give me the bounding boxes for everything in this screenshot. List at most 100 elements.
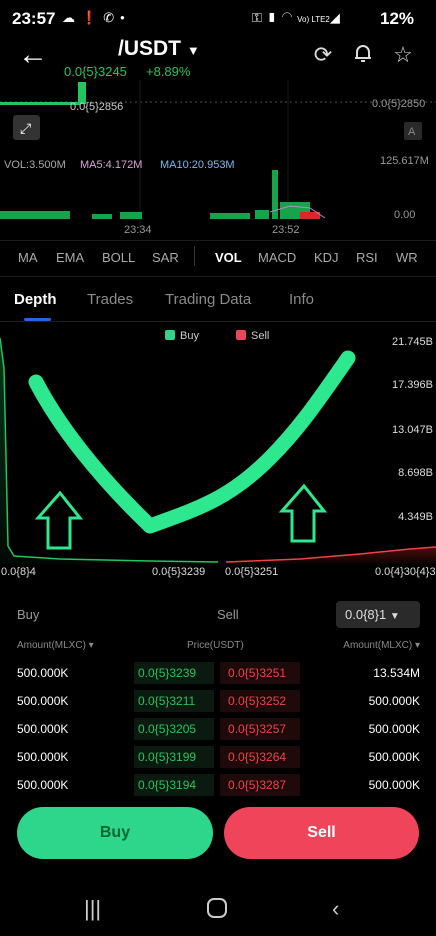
main-tabs: Depth Trades Trading Data Info	[0, 289, 436, 319]
pair-name: /USDT	[118, 37, 181, 60]
sell-heading: Sell	[217, 607, 239, 622]
x-axis-label: 0.0{5}3239	[152, 566, 206, 578]
x-axis-label: 0.0{4}30{4}30	[375, 566, 436, 578]
table-row[interactable]: 500.000K 0.0{5}3194 0.0{5}3287 500.000K	[0, 774, 436, 806]
y-axis-label: 21.745B	[392, 336, 433, 348]
network-label: Vo) LTE2	[297, 15, 330, 24]
precision-value: 0.0{8}1	[345, 607, 387, 622]
col-amount-right[interactable]: Amount(MLXC) ▾	[343, 640, 420, 651]
battery-level: 12%	[380, 9, 415, 28]
sell-amount: 500.000K	[368, 722, 420, 736]
svg-text:⤢: ⤢	[20, 121, 31, 137]
y-axis-label: 13.047B	[392, 424, 433, 436]
table-row[interactable]: 500.000K 0.0{5}3199 0.0{5}3264 500.000K	[0, 746, 436, 778]
depth-chart[interactable]	[0, 328, 436, 583]
ask-price: 0.0{5}3257	[228, 722, 287, 736]
bid-price: 0.0{5}3239	[138, 666, 197, 680]
table-row[interactable]: 500.000K 0.0{5}3239 0.0{5}3251 13.534M	[0, 662, 436, 694]
buy-depth-line	[0, 337, 219, 563]
legend-sell: Sell	[236, 330, 269, 342]
sell-amount: 500.000K	[368, 694, 420, 708]
buy-amount: 500.000K	[17, 750, 69, 764]
y-axis-label: 4.349B	[398, 511, 433, 523]
vol-label: VOL:3.500M	[4, 159, 66, 171]
buy-depth-area	[0, 338, 218, 564]
tab-wr[interactable]: WR	[396, 250, 418, 265]
system-icons: ⚿▮◠Vo) LTE2◢	[252, 10, 345, 26]
up-arrow-annotation-icon	[278, 483, 328, 543]
price-high-label: 0.0{5}2850	[372, 98, 425, 110]
buy-amount: 500.000K	[17, 666, 69, 680]
alert-icon: ❗	[81, 10, 104, 25]
bell-icon[interactable]	[350, 42, 376, 68]
tab-macd[interactable]: MACD	[258, 250, 296, 265]
star-icon[interactable]: ☆	[390, 42, 416, 68]
time-label: 23:34	[124, 224, 152, 236]
recents-icon[interactable]: |||	[84, 896, 101, 922]
legend-sell-label: Sell	[251, 330, 270, 342]
y-axis-label: 8.698B	[398, 467, 433, 479]
ask-price: 0.0{5}3287	[228, 778, 287, 792]
tab-kdj[interactable]: KDJ	[314, 250, 339, 265]
x-axis-label: 0.0{8}4	[1, 566, 36, 578]
bid-price: 0.0{5}3205	[138, 722, 197, 736]
price-change: +8.89%	[146, 64, 191, 79]
sell-amount: 500.000K	[368, 750, 420, 764]
ma10-label: MA10:20.953M	[160, 159, 235, 171]
price-low-marker: 0.0{5}2856	[70, 101, 123, 113]
ask-price: 0.0{5}3252	[228, 694, 287, 708]
buy-amount: 500.000K	[17, 778, 69, 792]
sell-amount: 13.534M	[373, 666, 420, 680]
pair-selector[interactable]: /USDT ▼	[118, 37, 200, 61]
buy-button[interactable]: Buy	[17, 807, 213, 859]
dot-icon: •	[120, 10, 131, 25]
tab-trades[interactable]: Trades	[87, 291, 133, 308]
call-icon: ✆	[103, 10, 121, 25]
indicator-tabs: MA EMA BOLL SAR VOL MACD KDJ RSI WR	[0, 246, 436, 268]
x-axis-label: 0.0{5}3251	[225, 566, 279, 578]
bid-price: 0.0{5}3194	[138, 778, 197, 792]
bid-price: 0.0{5}3199	[138, 750, 197, 764]
caret-down-icon: ▼	[186, 43, 200, 58]
tab-separator	[194, 246, 195, 266]
volume-bars	[0, 170, 310, 219]
col-amount-left[interactable]: Amount(MLXC) ▾	[17, 640, 94, 651]
tab-vol[interactable]: VOL	[215, 250, 242, 265]
status-bar: 23:57 ☁❗✆• ⚿▮◠Vo) LTE2◢ 12%	[0, 0, 436, 34]
up-arrow-annotation-icon	[34, 490, 84, 550]
back-arrow-icon[interactable]: ←	[18, 40, 48, 70]
notification-icons: ☁❗✆•	[62, 10, 131, 26]
buy-amount: 500.000K	[17, 722, 69, 736]
legend-sell-swatch	[236, 330, 246, 340]
bid-price: 0.0{5}3211	[138, 694, 196, 708]
precision-select[interactable]: 0.0{8}1 ▼	[336, 601, 420, 628]
table-row[interactable]: 500.000K 0.0{5}3205 0.0{5}3257 500.000K	[0, 718, 436, 750]
badge: A	[408, 126, 416, 138]
sell-amount: 500.000K	[368, 778, 420, 792]
kline-chart[interactable]: 0.0{5}2856 0.0{5}2850 ⤢ A VOL:3.500M MA5…	[0, 80, 436, 240]
cloud-icon: ☁	[62, 10, 81, 25]
kline-candle	[0, 102, 80, 105]
tab-depth[interactable]: Depth	[14, 291, 57, 308]
back-icon[interactable]: ‹	[332, 896, 339, 922]
tab-sar[interactable]: SAR	[152, 250, 179, 265]
key-icon: ⚿	[252, 10, 267, 25]
table-row[interactable]: 500.000K 0.0{5}3211 0.0{5}3252 500.000K	[0, 690, 436, 722]
sell-button[interactable]: Sell	[224, 807, 419, 859]
tab-trading-data[interactable]: Trading Data	[165, 291, 251, 308]
buy-heading: Buy	[17, 607, 40, 622]
tab-info[interactable]: Info	[289, 291, 314, 308]
tab-ema[interactable]: EMA	[56, 250, 84, 265]
home-icon[interactable]	[205, 896, 229, 926]
clock: 23:57	[12, 9, 56, 28]
last-price: 0.0{5}3245	[64, 64, 127, 79]
time-label: 23:52	[272, 224, 300, 236]
battery-saver-icon: ▮	[266, 10, 282, 25]
tab-ma[interactable]: MA	[18, 250, 38, 265]
signal-icon: ◢	[329, 10, 345, 25]
tab-boll[interactable]: BOLL	[102, 250, 135, 265]
refresh-icon[interactable]: ⟳	[310, 42, 336, 68]
tab-rsi[interactable]: RSI	[356, 250, 378, 265]
ask-price: 0.0{5}3264	[228, 750, 287, 764]
vol-max-label: 125.617M	[380, 155, 429, 167]
